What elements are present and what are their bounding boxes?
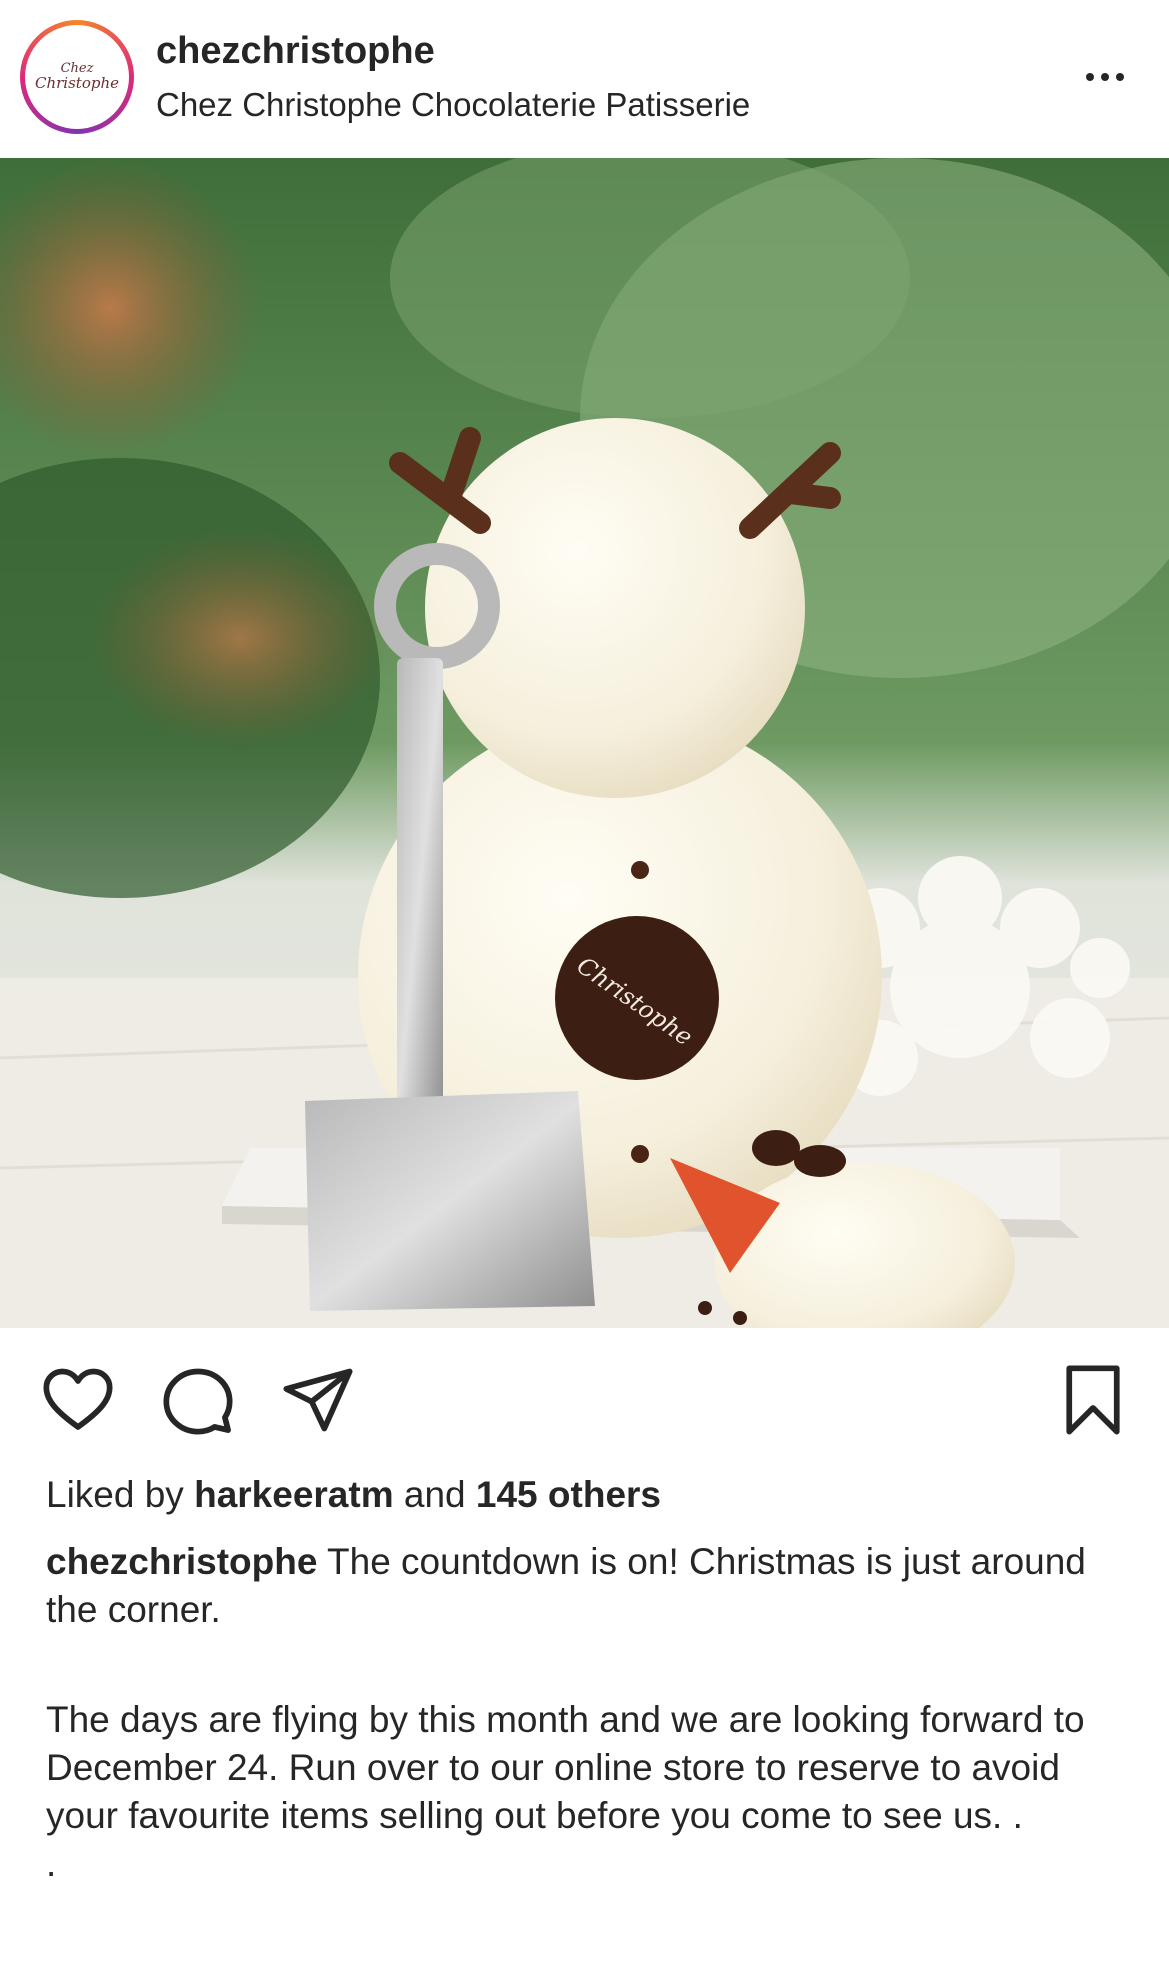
post-image[interactable]: Christophe bbox=[0, 158, 1169, 1328]
post-image-illustration: Christophe bbox=[0, 158, 1169, 1328]
account-subtitle[interactable]: Chez Christophe Chocolaterie Patisserie bbox=[156, 86, 750, 124]
likes-summary: Liked by harkeeratm and 145 others bbox=[46, 1474, 661, 1516]
heart-icon bbox=[43, 1368, 113, 1430]
bookmark-icon bbox=[1066, 1365, 1120, 1435]
avatar-inner: Chez Christophe bbox=[25, 25, 129, 129]
pine-cone bbox=[90, 528, 390, 748]
like-button[interactable] bbox=[40, 1362, 116, 1438]
likes-count-link[interactable]: 145 others bbox=[476, 1474, 661, 1515]
liked-by-user-link[interactable]: harkeeratm bbox=[194, 1474, 394, 1515]
share-button[interactable] bbox=[280, 1362, 356, 1438]
more-horizontal-icon bbox=[1086, 73, 1094, 81]
likes-middle: and bbox=[393, 1474, 476, 1515]
caption-line: chezchristophe The countdown is on! Chri… bbox=[46, 1538, 1136, 1634]
caption-trailing: . bbox=[46, 1843, 57, 1884]
more-horizontal-icon bbox=[1116, 73, 1124, 81]
more-options-button[interactable] bbox=[1070, 55, 1140, 99]
avatar-logo-line2: Christophe bbox=[34, 73, 119, 92]
comment-button[interactable] bbox=[160, 1362, 236, 1438]
avatar[interactable]: Chez Christophe bbox=[20, 20, 134, 134]
caption-username-link[interactable]: chezchristophe bbox=[46, 1541, 317, 1582]
send-icon bbox=[283, 1368, 353, 1432]
post-caption: chezchristophe The countdown is on! Chri… bbox=[46, 1538, 1136, 1888]
post-header: Chez Christophe chezchristophe Chez Chri… bbox=[0, 0, 1169, 158]
caption-paragraph: The days are flying by this month and we… bbox=[46, 1699, 1085, 1836]
save-button[interactable] bbox=[1055, 1362, 1131, 1438]
username-link[interactable]: chezchristophe bbox=[156, 30, 435, 73]
comment-icon bbox=[163, 1368, 233, 1435]
more-horizontal-icon bbox=[1101, 73, 1109, 81]
likes-prefix: Liked by bbox=[46, 1474, 195, 1515]
avatar-logo: Chez Christophe bbox=[29, 29, 125, 125]
